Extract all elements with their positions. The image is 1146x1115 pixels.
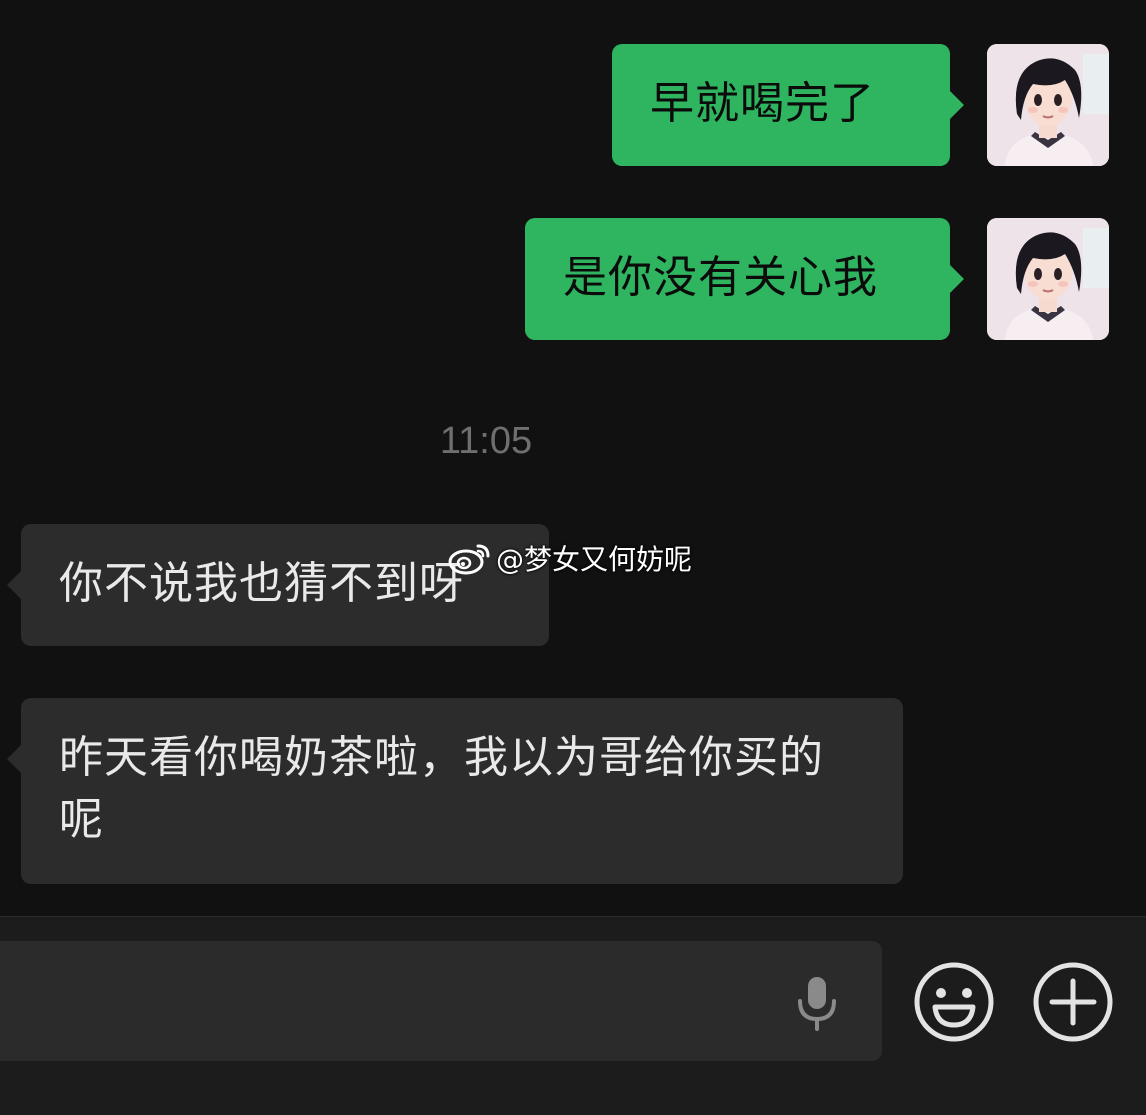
outgoing-message-bubble[interactable]: 是你没有关心我 [525, 218, 964, 340]
chat-message-list[interactable]: 早就喝完了 是你没有关心我 11:05 你不说我也猜不到呀 昨天看你喝奶茶啦，我… [0, 0, 1146, 916]
smiley-face-icon[interactable] [913, 961, 995, 1043]
incoming-message-bubble[interactable]: 你不说我也猜不到呀 [7, 524, 549, 646]
user-avatar[interactable] [987, 44, 1109, 166]
avatar-image [987, 44, 1109, 166]
message-text: 昨天看你喝奶茶啦，我以为哥给你买的呢 [59, 732, 824, 845]
user-avatar[interactable] [987, 218, 1109, 340]
message-timestamp: 11:05 [439, 420, 533, 462]
message-text: 你不说我也猜不到呀 [59, 558, 464, 609]
microphone-icon[interactable] [794, 973, 840, 1033]
message-text-field[interactable] [0, 941, 882, 1061]
incoming-message-bubble[interactable]: 昨天看你喝奶茶啦，我以为哥给你买的呢 [7, 698, 903, 884]
plus-circle-icon[interactable] [1032, 961, 1114, 1043]
message-input-bar [0, 916, 1146, 1115]
avatar-image [987, 218, 1109, 340]
message-text: 早就喝完了 [650, 78, 875, 129]
message-text: 是你没有关心我 [563, 252, 878, 303]
outgoing-message-bubble[interactable]: 早就喝完了 [612, 44, 964, 166]
